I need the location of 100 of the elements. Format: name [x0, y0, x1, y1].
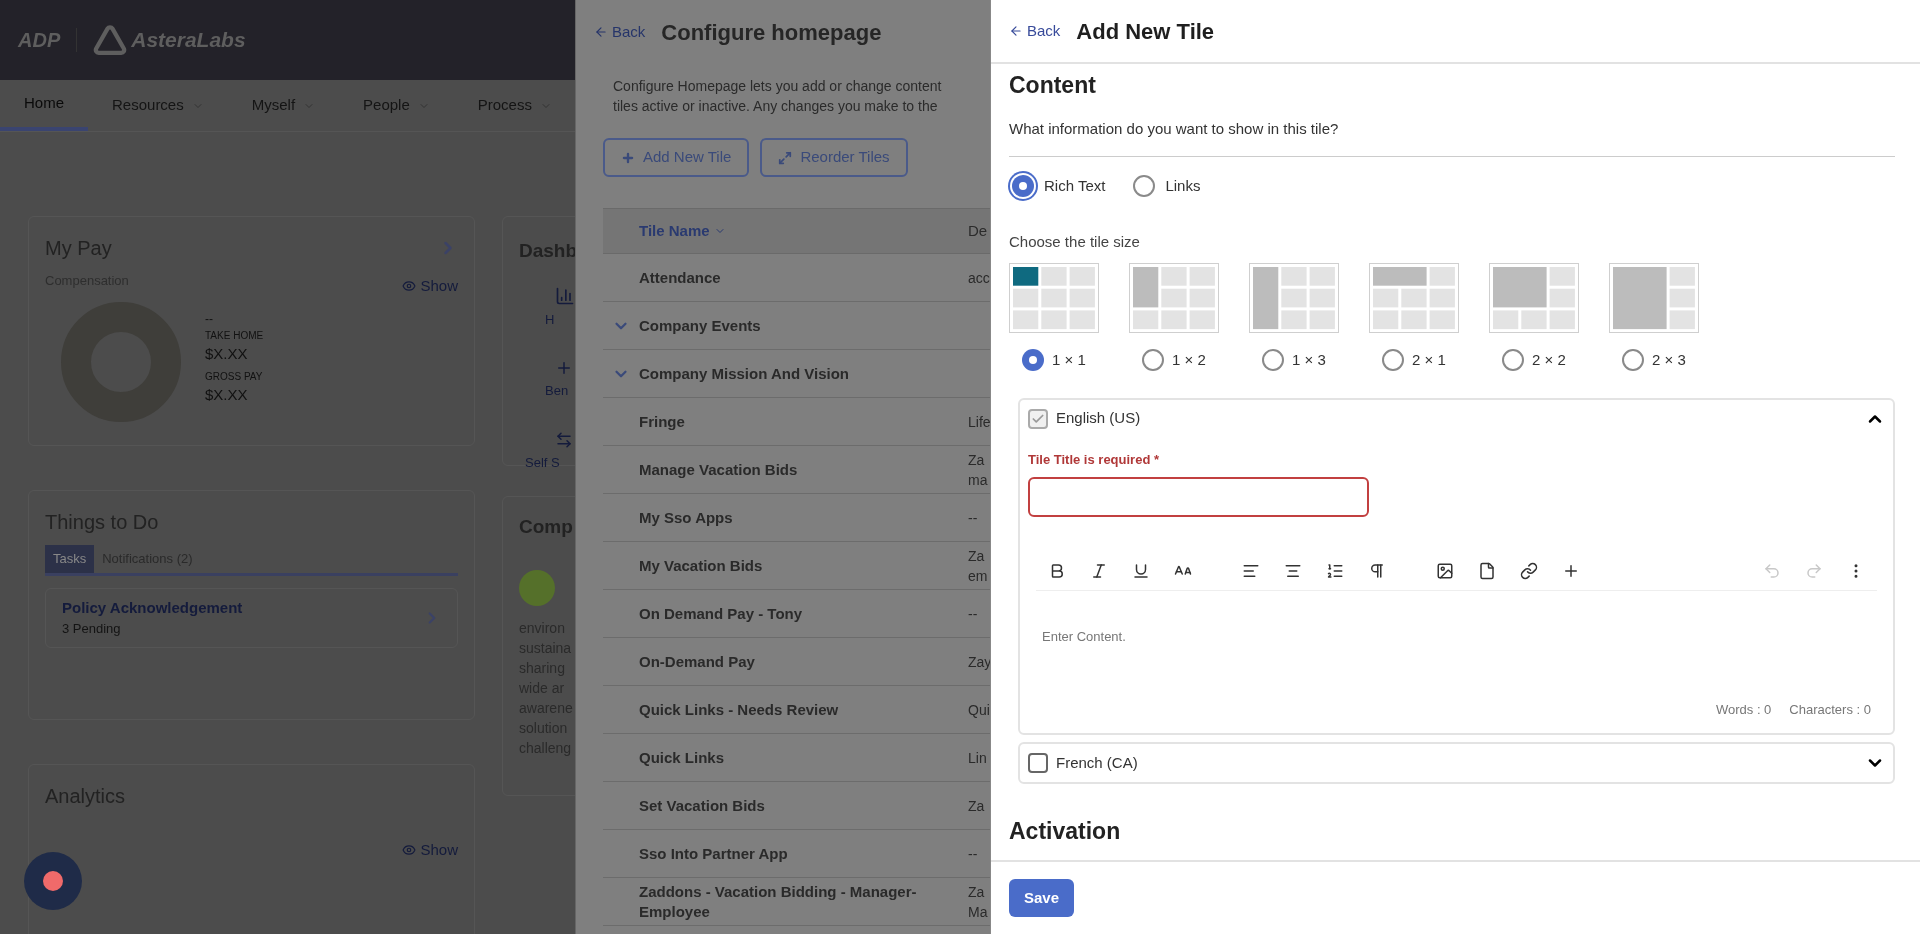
take-home-amount: $X.XX	[205, 343, 249, 364]
tile-name-cell-text: Quick Links	[639, 747, 726, 768]
tile-size-preview[interactable]	[1369, 263, 1459, 333]
company-logo: AsteraLabs	[131, 27, 246, 54]
back-arrow-icon	[594, 25, 608, 39]
take-home-label: TAKE HOME	[205, 328, 264, 343]
description-cell-text: Za	[968, 796, 985, 816]
word-count: Words : 0	[1715, 700, 1772, 719]
nav-tab[interactable]: Resources	[88, 80, 228, 131]
chart-icon	[555, 285, 575, 306]
tile-name-cell-text: My Sso Apps	[639, 507, 734, 528]
save-button[interactable]: Save	[1009, 879, 1075, 917]
section-heading: Activation	[1009, 817, 1122, 846]
column-header: De	[968, 220, 988, 241]
nav-tab[interactable]: Myself	[227, 80, 340, 131]
dashboard-link[interactable]: H	[545, 309, 555, 329]
description-cell-text: Za em	[968, 546, 988, 586]
back-link[interactable]: Back	[1027, 19, 1061, 43]
radio-button[interactable]	[1382, 349, 1405, 372]
show-link[interactable]: Show	[420, 275, 458, 298]
arrows-icon	[555, 430, 573, 449]
back-link[interactable]: Back	[612, 20, 646, 44]
radio-label: 1 × 3	[1292, 350, 1326, 370]
tile-name-cell-text: On-Demand Pay	[639, 651, 756, 672]
description-cell-text: Lin	[968, 748, 987, 768]
tile-name-cell-text: Company Mission And Vision	[639, 363, 851, 384]
task-tab[interactable]: Tasks	[45, 545, 95, 573]
description-cell-text: --	[968, 604, 978, 624]
language-label: French (CA)	[1056, 752, 1138, 773]
task-subtitle: 3 Pending	[62, 620, 122, 638]
checkbox[interactable]	[1028, 753, 1048, 773]
panel-title: Configure homepage	[661, 18, 882, 47]
tile-name-cell-text: Manage Vacation Bids	[639, 459, 799, 480]
pay-value: --	[205, 310, 214, 328]
triangle-logo-icon	[93, 23, 128, 57]
description-cell-text: Qui	[968, 700, 990, 720]
tile-size-preview[interactable]	[1249, 263, 1339, 333]
eye-icon	[402, 843, 417, 858]
nav-tab[interactable]: People	[339, 80, 454, 131]
radio-label: 2 × 3	[1652, 350, 1686, 370]
radio-button[interactable]	[1022, 349, 1045, 372]
size-label: Choose the tile size	[1009, 231, 1141, 252]
tile-name-cell-text: Quick Links - Needs Review	[639, 699, 840, 720]
radio-label: 2 × 1	[1412, 350, 1446, 370]
nav-tab[interactable]: Process	[453, 80, 575, 131]
expand-arrows-icon	[778, 150, 793, 165]
plus-icon	[621, 150, 635, 165]
radio-button[interactable]	[1012, 175, 1034, 198]
dashboard-link[interactable]: Ben	[545, 381, 569, 401]
show-link[interactable]: Show	[420, 839, 458, 862]
leaf-avatar	[519, 569, 555, 606]
description-cell-text: Life	[968, 412, 990, 432]
tile-size-preview[interactable]	[1009, 263, 1099, 333]
radio-label: 2 × 2	[1532, 350, 1566, 370]
tile-size-preview[interactable]	[1489, 263, 1579, 333]
tile-size-preview[interactable]	[1129, 263, 1219, 333]
radio-button[interactable]	[1262, 349, 1285, 372]
question-text: What information do you want to show in this tile?	[1009, 118, 1340, 139]
description-cell-text: --	[968, 844, 978, 864]
tile-size-preview[interactable]	[1609, 263, 1699, 333]
column-header[interactable]: Tile Name	[639, 219, 710, 243]
description-cell-text: --	[968, 508, 978, 528]
radio-label: Links	[1165, 176, 1201, 196]
error-label: Tile Title is required *	[1028, 450, 1160, 469]
radio-button[interactable]	[1502, 349, 1525, 372]
checkbox[interactable]	[1028, 408, 1048, 429]
section-heading: Content	[1009, 71, 1097, 100]
gross-pay-amount: $X.XX	[205, 385, 249, 405]
task-item[interactable]: Policy Acknowledgement 3 Pending	[45, 587, 458, 648]
add-tile-button[interactable]: Add New Tile	[603, 138, 750, 177]
tile-name-cell-text: Attendance	[639, 267, 722, 288]
gross-pay-label: GROSS PAY	[205, 370, 264, 384]
tile-name-cell-text: On Demand Pay - Tony	[639, 603, 804, 624]
tile-name-cell-text: Set Vacation Bids	[639, 795, 766, 816]
reorder-tiles-button[interactable]: Reorder Tiles	[760, 138, 908, 177]
tile-name-cell-text: Company Events	[639, 315, 762, 336]
tile-name-cell-text: Fringe	[639, 411, 686, 432]
radio-label: 1 × 1	[1052, 350, 1086, 370]
radio-button[interactable]	[1622, 349, 1645, 372]
dashboard-link[interactable]: Self S	[525, 452, 560, 472]
radio-button[interactable]	[1133, 175, 1156, 198]
description-text: tiles active or inactive. Any changes you make to the	[613, 97, 939, 116]
panel-title: Add New Tile	[1076, 17, 1215, 46]
character-count: Characters : 0	[1789, 700, 1871, 719]
task-title: Policy Acknowledgement	[62, 597, 243, 618]
tile-name-cell-text: My Vacation Bids	[639, 555, 764, 576]
description-cell-text: Za ma	[968, 450, 988, 490]
description-cell-text: Za Ma	[968, 882, 988, 922]
nav-tab[interactable]: Home	[0, 80, 88, 131]
language-label: English (US)	[1056, 408, 1141, 429]
radio-button[interactable]	[1142, 349, 1165, 372]
tile-name-cell-text: Sso Into Partner App	[639, 843, 789, 864]
brand-logo: ADP	[18, 28, 61, 53]
description-cell-text: acc	[968, 268, 990, 288]
tile-title-field[interactable]	[1028, 477, 1369, 517]
description-text: Configure Homepage lets you add or change content	[613, 77, 943, 96]
radio-label: 1 × 2	[1172, 350, 1206, 370]
tile-name-cell-text: Zaddons - Vacation Bidding - Manager-Employee	[639, 881, 918, 922]
eye-icon	[402, 279, 417, 294]
editor-placeholder[interactable]: Enter Content.	[1042, 627, 1871, 647]
